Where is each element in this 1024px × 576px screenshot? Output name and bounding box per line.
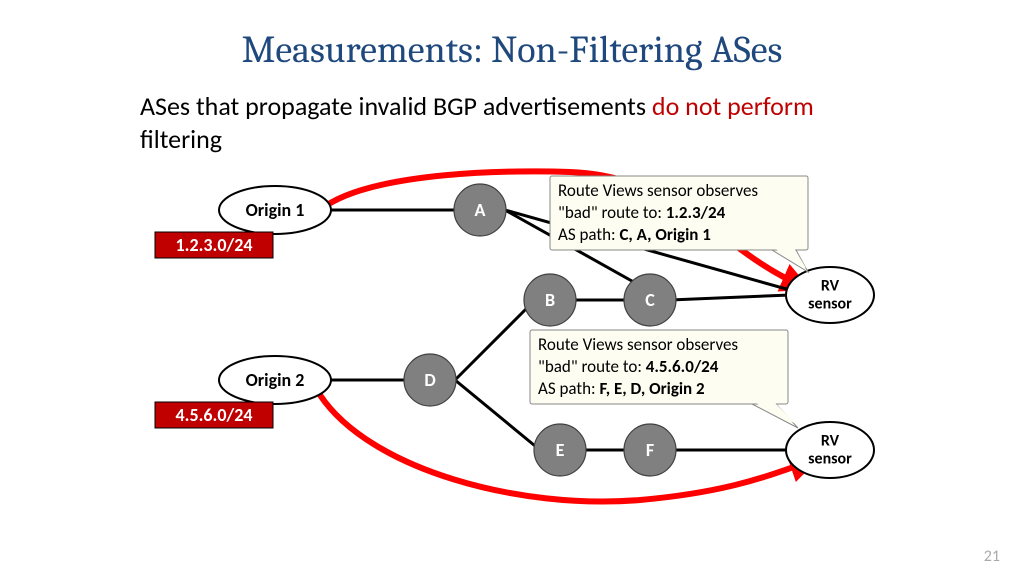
diagram-canvas: Origin 1 1.2.3.0/24 Origin 2 4.5.6.0/24 … <box>0 0 1024 576</box>
rv-sensor-1: RV sensor <box>786 267 874 323</box>
slide-number: 21 <box>984 547 1000 566</box>
svg-text:E: E <box>556 439 565 461</box>
prefix-1-badge: 1.2.3.0/24 <box>155 232 273 258</box>
as-node-b: B <box>524 274 576 326</box>
svg-text:Route Views sensor observes: Route Views sensor observes <box>558 180 758 201</box>
svg-text:F: F <box>646 439 654 461</box>
prefix-2-badge: 4.5.6.0/24 <box>155 402 273 428</box>
svg-text:AS path: C, A, Origin 1: AS path: C, A, Origin 1 <box>558 224 711 245</box>
svg-text:1.2.3.0/24: 1.2.3.0/24 <box>176 234 253 256</box>
as-node-e: E <box>534 424 586 476</box>
svg-text:RV: RV <box>821 432 840 451</box>
svg-text:B: B <box>545 289 555 311</box>
svg-text:Route Views sensor observes: Route Views sensor observes <box>538 334 738 355</box>
callout-2: Route Views sensor observes "bad" route … <box>530 330 798 428</box>
as-node-c: C <box>624 274 676 326</box>
as-node-d: D <box>404 354 456 406</box>
svg-text:RV: RV <box>821 277 840 296</box>
svg-text:A: A <box>475 199 486 221</box>
svg-text:"bad" route to: 4.5.6.0/24: "bad" route to: 4.5.6.0/24 <box>538 356 719 377</box>
origin-2-node: Origin 2 <box>219 356 331 404</box>
as-node-f: F <box>624 424 676 476</box>
origin-1-node: Origin 1 <box>219 186 331 234</box>
svg-text:sensor: sensor <box>808 450 852 469</box>
as-node-a: A <box>454 184 506 236</box>
svg-text:4.5.6.0/24: 4.5.6.0/24 <box>176 404 253 426</box>
svg-text:AS path: F, E, D, Origin 2: AS path: F, E, D, Origin 2 <box>538 378 705 399</box>
rv-sensor-2: RV sensor <box>786 422 874 478</box>
svg-text:Origin 1: Origin 1 <box>246 199 305 221</box>
svg-text:sensor: sensor <box>808 295 852 314</box>
svg-text:C: C <box>645 289 655 311</box>
svg-text:D: D <box>424 369 435 391</box>
svg-text:"bad" route to: 1.2.3/24: "bad" route to: 1.2.3/24 <box>558 202 726 223</box>
svg-text:Origin 2: Origin 2 <box>246 369 305 391</box>
